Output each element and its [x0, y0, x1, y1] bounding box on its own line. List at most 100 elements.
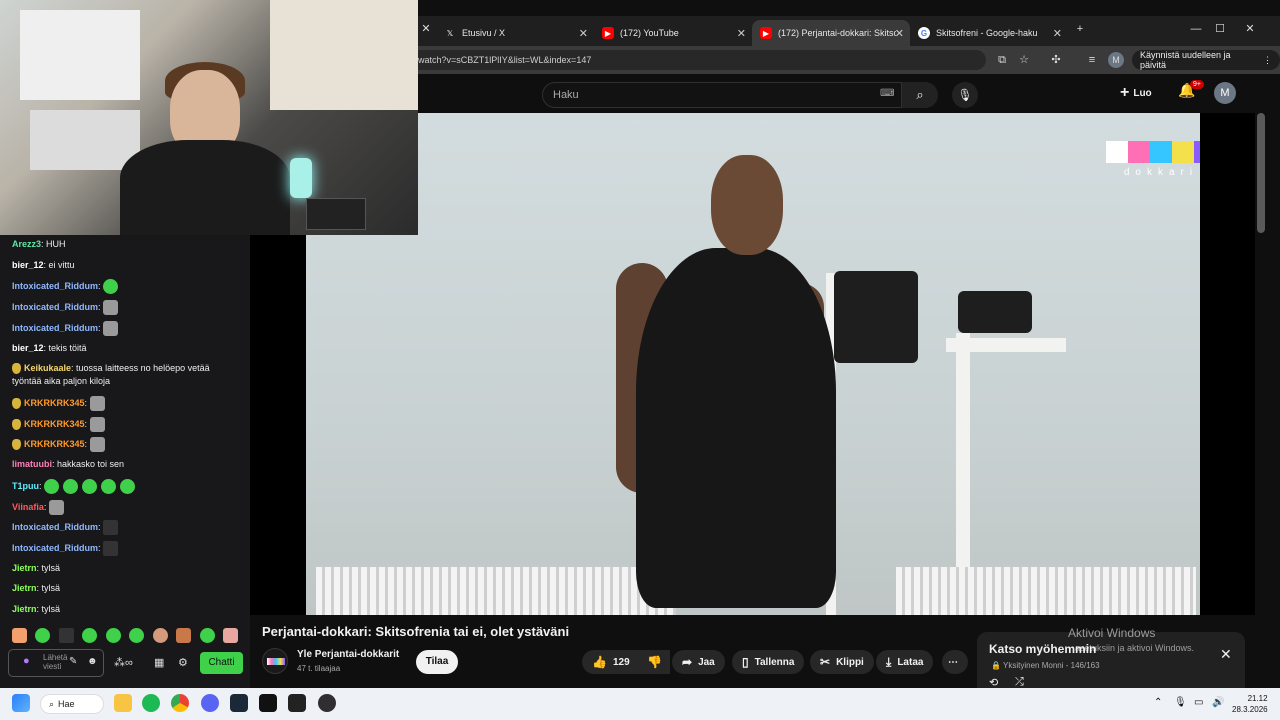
emote-icon[interactable] [199, 628, 215, 644]
tab-x[interactable]: 𝕏 Etusivu / X ✕ [436, 20, 594, 46]
chat-message: Jietrn: tylsä [12, 583, 61, 593]
emote-icon[interactable] [176, 628, 192, 644]
profile-avatar[interactable]: M [1108, 52, 1124, 68]
chat-send-button[interactable]: Chatti [200, 652, 243, 674]
chat-username[interactable]: Jietrn [12, 563, 37, 573]
close-window-icon[interactable]: ✕ [1242, 21, 1258, 37]
chat-username[interactable]: T1puu [12, 481, 39, 491]
rl-app-icon[interactable] [288, 694, 306, 712]
video-frame[interactable]: dokkari [306, 113, 1200, 615]
save-button[interactable]: ▯ Tallenna [732, 650, 805, 674]
steam-icon[interactable] [230, 694, 248, 712]
chat-username[interactable]: bier_12 [12, 260, 44, 270]
media-controls-icon[interactable]: ≡ [1084, 52, 1100, 68]
emote-icon [82, 479, 98, 494]
chat-username[interactable]: Jietrn [12, 604, 37, 614]
minimize-icon[interactable]: — [1188, 21, 1204, 37]
emote-icon[interactable] [12, 628, 27, 644]
share-button[interactable]: ➦ Jaa [672, 650, 725, 674]
mic-icon[interactable]: ● [23, 656, 30, 667]
dislike-button[interactable]: 👎 [637, 650, 667, 674]
tab-video-active[interactable]: ▶ (172) Perjantai-dokkari: Skitsofr ✕ [752, 20, 910, 46]
chat-message: bier_12: ei vittu [12, 260, 75, 270]
sparkle-icon[interactable]: ✎ [69, 657, 77, 667]
gift-icon[interactable]: ▦ [154, 656, 164, 669]
channel-avatar[interactable] [262, 648, 288, 674]
emote-icon[interactable] [129, 628, 145, 644]
clip-button[interactable]: ✂ Klippi [810, 650, 874, 674]
emote-icon[interactable] [58, 628, 74, 644]
youtube-icon: ▶ [602, 27, 614, 39]
tray-volume-icon[interactable]: 🔊 [1212, 697, 1224, 708]
bits-icon[interactable]: ⁂∞ [114, 656, 133, 669]
create-button[interactable]: + Luo [1120, 84, 1152, 102]
emote-icon[interactable] [35, 628, 51, 644]
chat-message: limatuubi: hakkasko toi sen [12, 459, 125, 469]
extensions-icon[interactable]: ✣ [1048, 52, 1064, 68]
account-avatar[interactable]: M [1214, 82, 1236, 104]
x-app-icon[interactable] [259, 694, 277, 712]
url-field[interactable]: watch?v=sCBZT1lPlIY&list=WL&index=147 [418, 50, 986, 70]
chat-username[interactable]: Jietrn [12, 583, 37, 593]
chrome-icon[interactable] [171, 694, 189, 712]
discord-icon[interactable] [201, 694, 219, 712]
emote-icon[interactable] [223, 628, 239, 644]
download-button[interactable]: ⤓ Lataa [876, 650, 934, 674]
chat-username[interactable]: Intoxicated_Riddum [12, 302, 98, 312]
subscribe-button[interactable]: Tilaa [416, 650, 458, 674]
close-tab-icon[interactable]: ✕ [579, 27, 588, 40]
chat-username[interactable]: Intoxicated_Riddum [12, 323, 98, 333]
chat-username[interactable]: limatuubi [12, 459, 52, 469]
chat-message-input[interactable]: ● Lähetä viesti ✎ ☻ [8, 649, 104, 677]
chat-username[interactable]: KRKRKRK345 [24, 419, 85, 429]
tray-chevron-icon[interactable]: ⌃ [1154, 697, 1162, 708]
chat-text: tylsä [41, 604, 61, 614]
channel-name[interactable]: Yle Perjantai-dokkarit [297, 649, 399, 660]
maximize-icon[interactable]: ☐ [1212, 21, 1228, 37]
close-playlist-icon[interactable]: ✕ [1220, 646, 1232, 663]
chat-username[interactable]: Intoxicated_Riddum [12, 522, 98, 532]
install-app-icon[interactable]: ⧉ [994, 52, 1010, 68]
close-tab-icon[interactable]: ✕ [895, 27, 904, 40]
search-input[interactable]: Haku [542, 82, 902, 108]
emote-icon[interactable] [82, 628, 98, 644]
chat-username[interactable]: KRKRKRK345 [24, 439, 85, 449]
chat-username[interactable]: Viinafia [12, 502, 44, 512]
windows-start-icon[interactable] [12, 694, 30, 712]
chat-message: Intoxicated_Riddum: [12, 321, 240, 336]
close-icon[interactable]: ✕ [418, 21, 434, 37]
search-button[interactable]: ⌕ [902, 82, 938, 108]
chat-username[interactable]: Intoxicated_Riddum [12, 543, 98, 553]
new-tab-icon[interactable]: + [1072, 21, 1088, 37]
emoji-icon[interactable]: ☻ [87, 657, 98, 667]
keyboard-icon[interactable]: ⌨ [880, 88, 894, 99]
file-explorer-icon[interactable] [114, 694, 132, 712]
taskbar-search[interactable]: ⌕ Hae [40, 694, 104, 714]
settings-gear-icon[interactable]: ⚙ [178, 656, 188, 669]
thumbs-up-icon: 👍 [592, 655, 607, 669]
close-tab-icon[interactable]: ✕ [737, 27, 746, 40]
obs-icon[interactable] [318, 694, 336, 712]
chat-username[interactable]: KRKRKRK345 [24, 398, 85, 408]
chat-username[interactable]: Intoxicated_Riddum [12, 281, 98, 291]
spotify-icon[interactable] [142, 694, 160, 712]
chat-username[interactable]: bier_12 [12, 343, 44, 353]
more-actions-button[interactable]: ⋯ [942, 650, 968, 674]
chat-text: tylsä [41, 583, 61, 593]
tray-display-icon[interactable]: ▭ [1194, 697, 1203, 708]
scissors-icon: ✂ [820, 655, 831, 669]
chat-username[interactable]: Arezz3 [12, 239, 41, 249]
emote-icon [44, 479, 60, 494]
emote-icon[interactable] [105, 628, 121, 644]
taskbar-clock[interactable]: 21.12 28.3.2026 [1232, 693, 1268, 715]
close-tab-icon[interactable]: ✕ [1053, 27, 1062, 40]
page-scrollbar[interactable] [1257, 113, 1265, 233]
tab-google[interactable]: G Skitsofreni - Google-haku ✕ [910, 20, 1068, 46]
voice-search-button[interactable]: 🎙 [952, 82, 978, 108]
restart-update-button[interactable]: Käynnistä uudelleen ja päivitä ⋮ [1132, 50, 1280, 70]
emote-icon[interactable] [152, 628, 168, 644]
chat-username[interactable]: Keikukaale [24, 363, 71, 373]
bookmark-star-icon[interactable]: ☆ [1016, 52, 1032, 68]
tab-youtube[interactable]: ▶ (172) YouTube ✕ [594, 20, 752, 46]
tray-mic-icon[interactable]: 🎙 [1174, 697, 1187, 708]
